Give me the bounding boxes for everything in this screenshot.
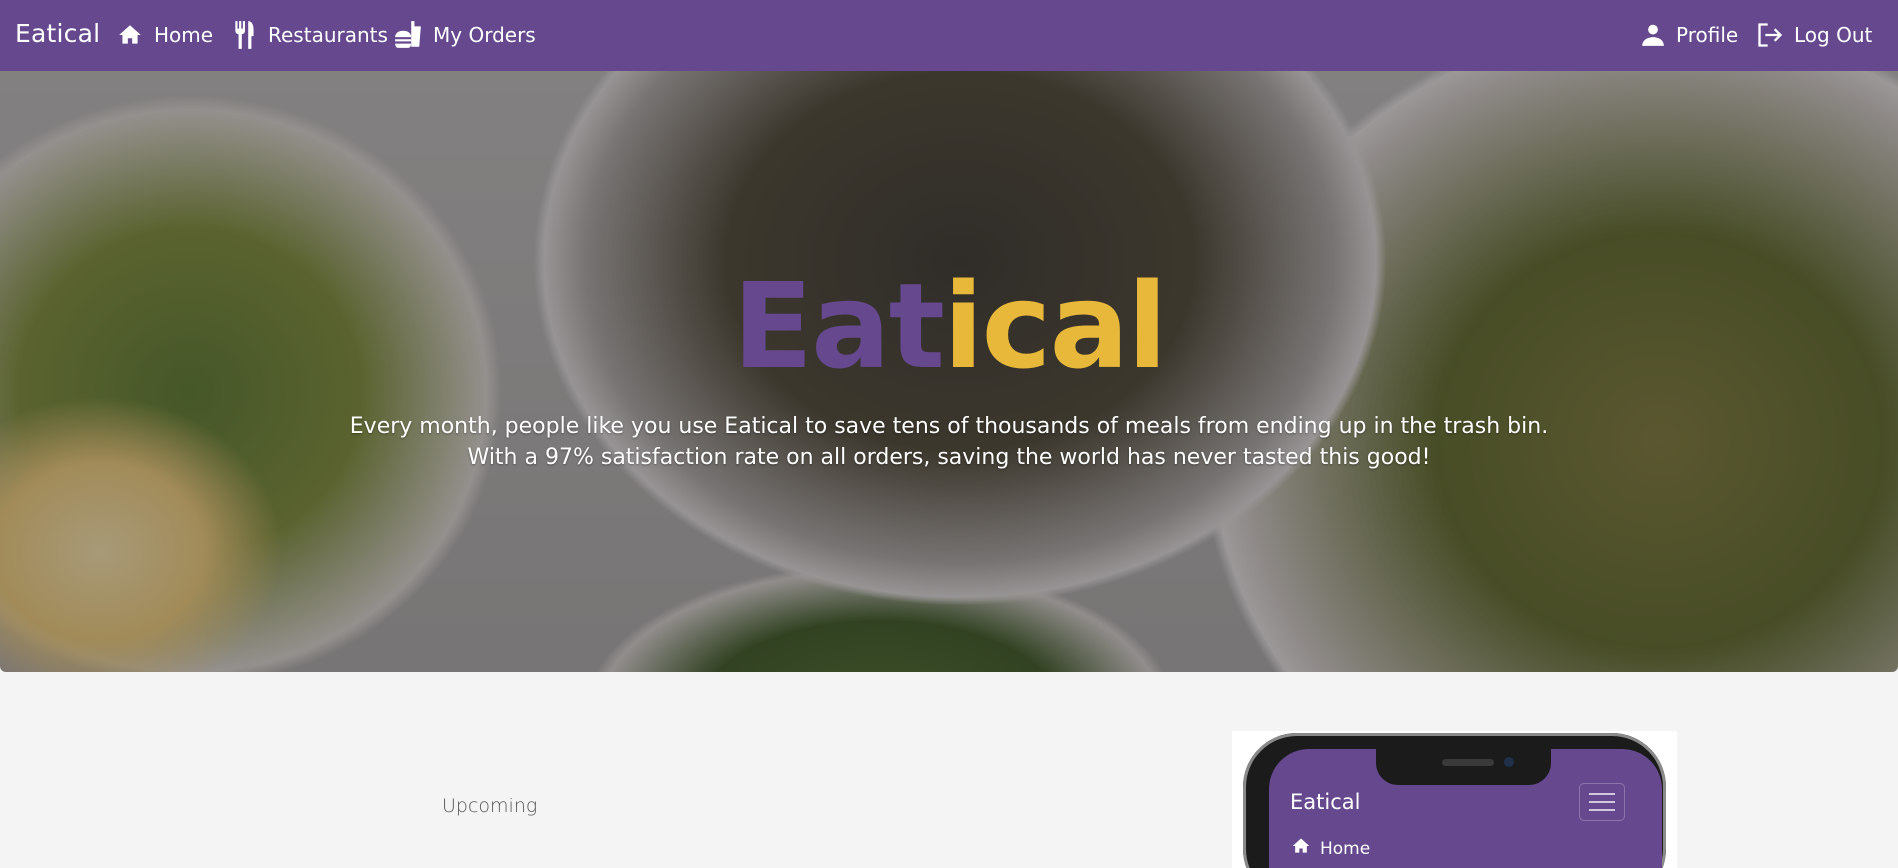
person-icon xyxy=(1640,22,1666,48)
phone-camera xyxy=(1504,757,1514,767)
nav-logout[interactable]: Log Out xyxy=(1756,20,1872,50)
nav-home-label: Home xyxy=(154,23,214,47)
hamburger-menu-icon xyxy=(1579,783,1625,821)
phone-mockup: Eatical Home xyxy=(1232,731,1677,868)
phone-screen: Eatical Home xyxy=(1269,749,1662,868)
nav-profile-label: Profile xyxy=(1676,23,1739,47)
section-heading: Upcoming xyxy=(442,795,538,817)
home-icon xyxy=(1290,836,1312,861)
phone-menu-home-label: Home xyxy=(1320,838,1371,859)
hero-tagline-line2: With a 97% satisfaction rate on all orde… xyxy=(467,445,1431,470)
hero-banner: Eatical Every month, people like you use… xyxy=(0,71,1898,672)
phone-brand: Eatical xyxy=(1290,790,1361,814)
phone-notch xyxy=(1376,749,1551,785)
home-icon xyxy=(116,22,144,48)
top-navbar: Eatical Home Restaurants My Orders Profi… xyxy=(0,0,1898,71)
phone-frame: Eatical Home xyxy=(1243,733,1666,868)
hero-tagline-line1: Every month, people like you use Eatical… xyxy=(349,414,1549,439)
nav-my-orders[interactable]: My Orders xyxy=(393,20,536,50)
hero-title-part1: Eat xyxy=(732,257,945,395)
nav-logout-label: Log Out xyxy=(1794,23,1873,47)
nav-home[interactable]: Home xyxy=(116,20,213,50)
nav-restaurants-label: Restaurants xyxy=(268,23,388,47)
nav-my-orders-label: My Orders xyxy=(433,23,536,47)
hero-title-part2: ical xyxy=(943,257,1167,395)
nav-profile[interactable]: Profile xyxy=(1640,20,1738,50)
logout-icon xyxy=(1756,21,1784,49)
hero-tagline: Every month, people like you use Eatical… xyxy=(0,411,1898,473)
phone-menu-home: Home xyxy=(1290,836,1370,861)
orders-icon xyxy=(393,20,423,50)
hero-title: Eatical xyxy=(0,261,1898,391)
phone-speaker xyxy=(1442,759,1494,766)
nav-restaurants[interactable]: Restaurants xyxy=(232,20,388,50)
brand-logo[interactable]: Eatical xyxy=(15,19,100,48)
fork-knife-icon xyxy=(232,20,258,50)
